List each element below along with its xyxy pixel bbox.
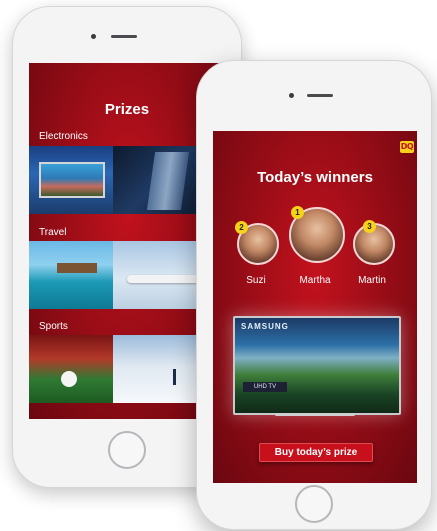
speaker-grille [307,94,333,97]
island-image [57,263,97,273]
gadget-image [146,152,190,210]
winner-name-3: Martin [358,275,386,286]
skier-image [173,369,176,385]
home-button[interactable] [295,485,333,523]
winner-name-2: Suzi [246,275,266,286]
category-label-travel: Travel [39,227,67,238]
camera-icon [289,93,294,98]
prize-tile-tv[interactable] [29,146,113,214]
page-title: Today’s winners [257,169,373,186]
rank-badge-2: 2 [235,221,248,234]
tv-badge-text: UHD TV [243,382,287,392]
category-label-electronics: Electronics [39,131,88,142]
phone-front: DQ Today’s winners 2 Suzi 1 Martha 3 Mar… [196,60,432,530]
speaker-grille [111,35,137,38]
winner-name-1: Martha [299,275,331,286]
prize-tile-island[interactable] [29,241,113,309]
category-label-sports: Sports [39,321,68,332]
ball-image [61,371,77,387]
home-button[interactable] [108,431,146,469]
tv-image [39,162,105,198]
prize-image-tv[interactable]: SAMSUNG UHD TV [233,316,401,415]
dq-logo: DQ [400,141,414,153]
rank-badge-3: 3 [363,220,376,233]
rank-badge-1: 1 [291,206,304,219]
prize-tile-football[interactable] [29,335,113,403]
camera-icon [91,34,96,39]
tv-brand-text: SAMSUNG [241,322,289,331]
winners-screen: DQ Today’s winners 2 Suzi 1 Martha 3 Mar… [213,131,417,483]
buy-prize-button[interactable]: Buy today’s prize [259,443,373,462]
tv-stand [275,413,355,416]
